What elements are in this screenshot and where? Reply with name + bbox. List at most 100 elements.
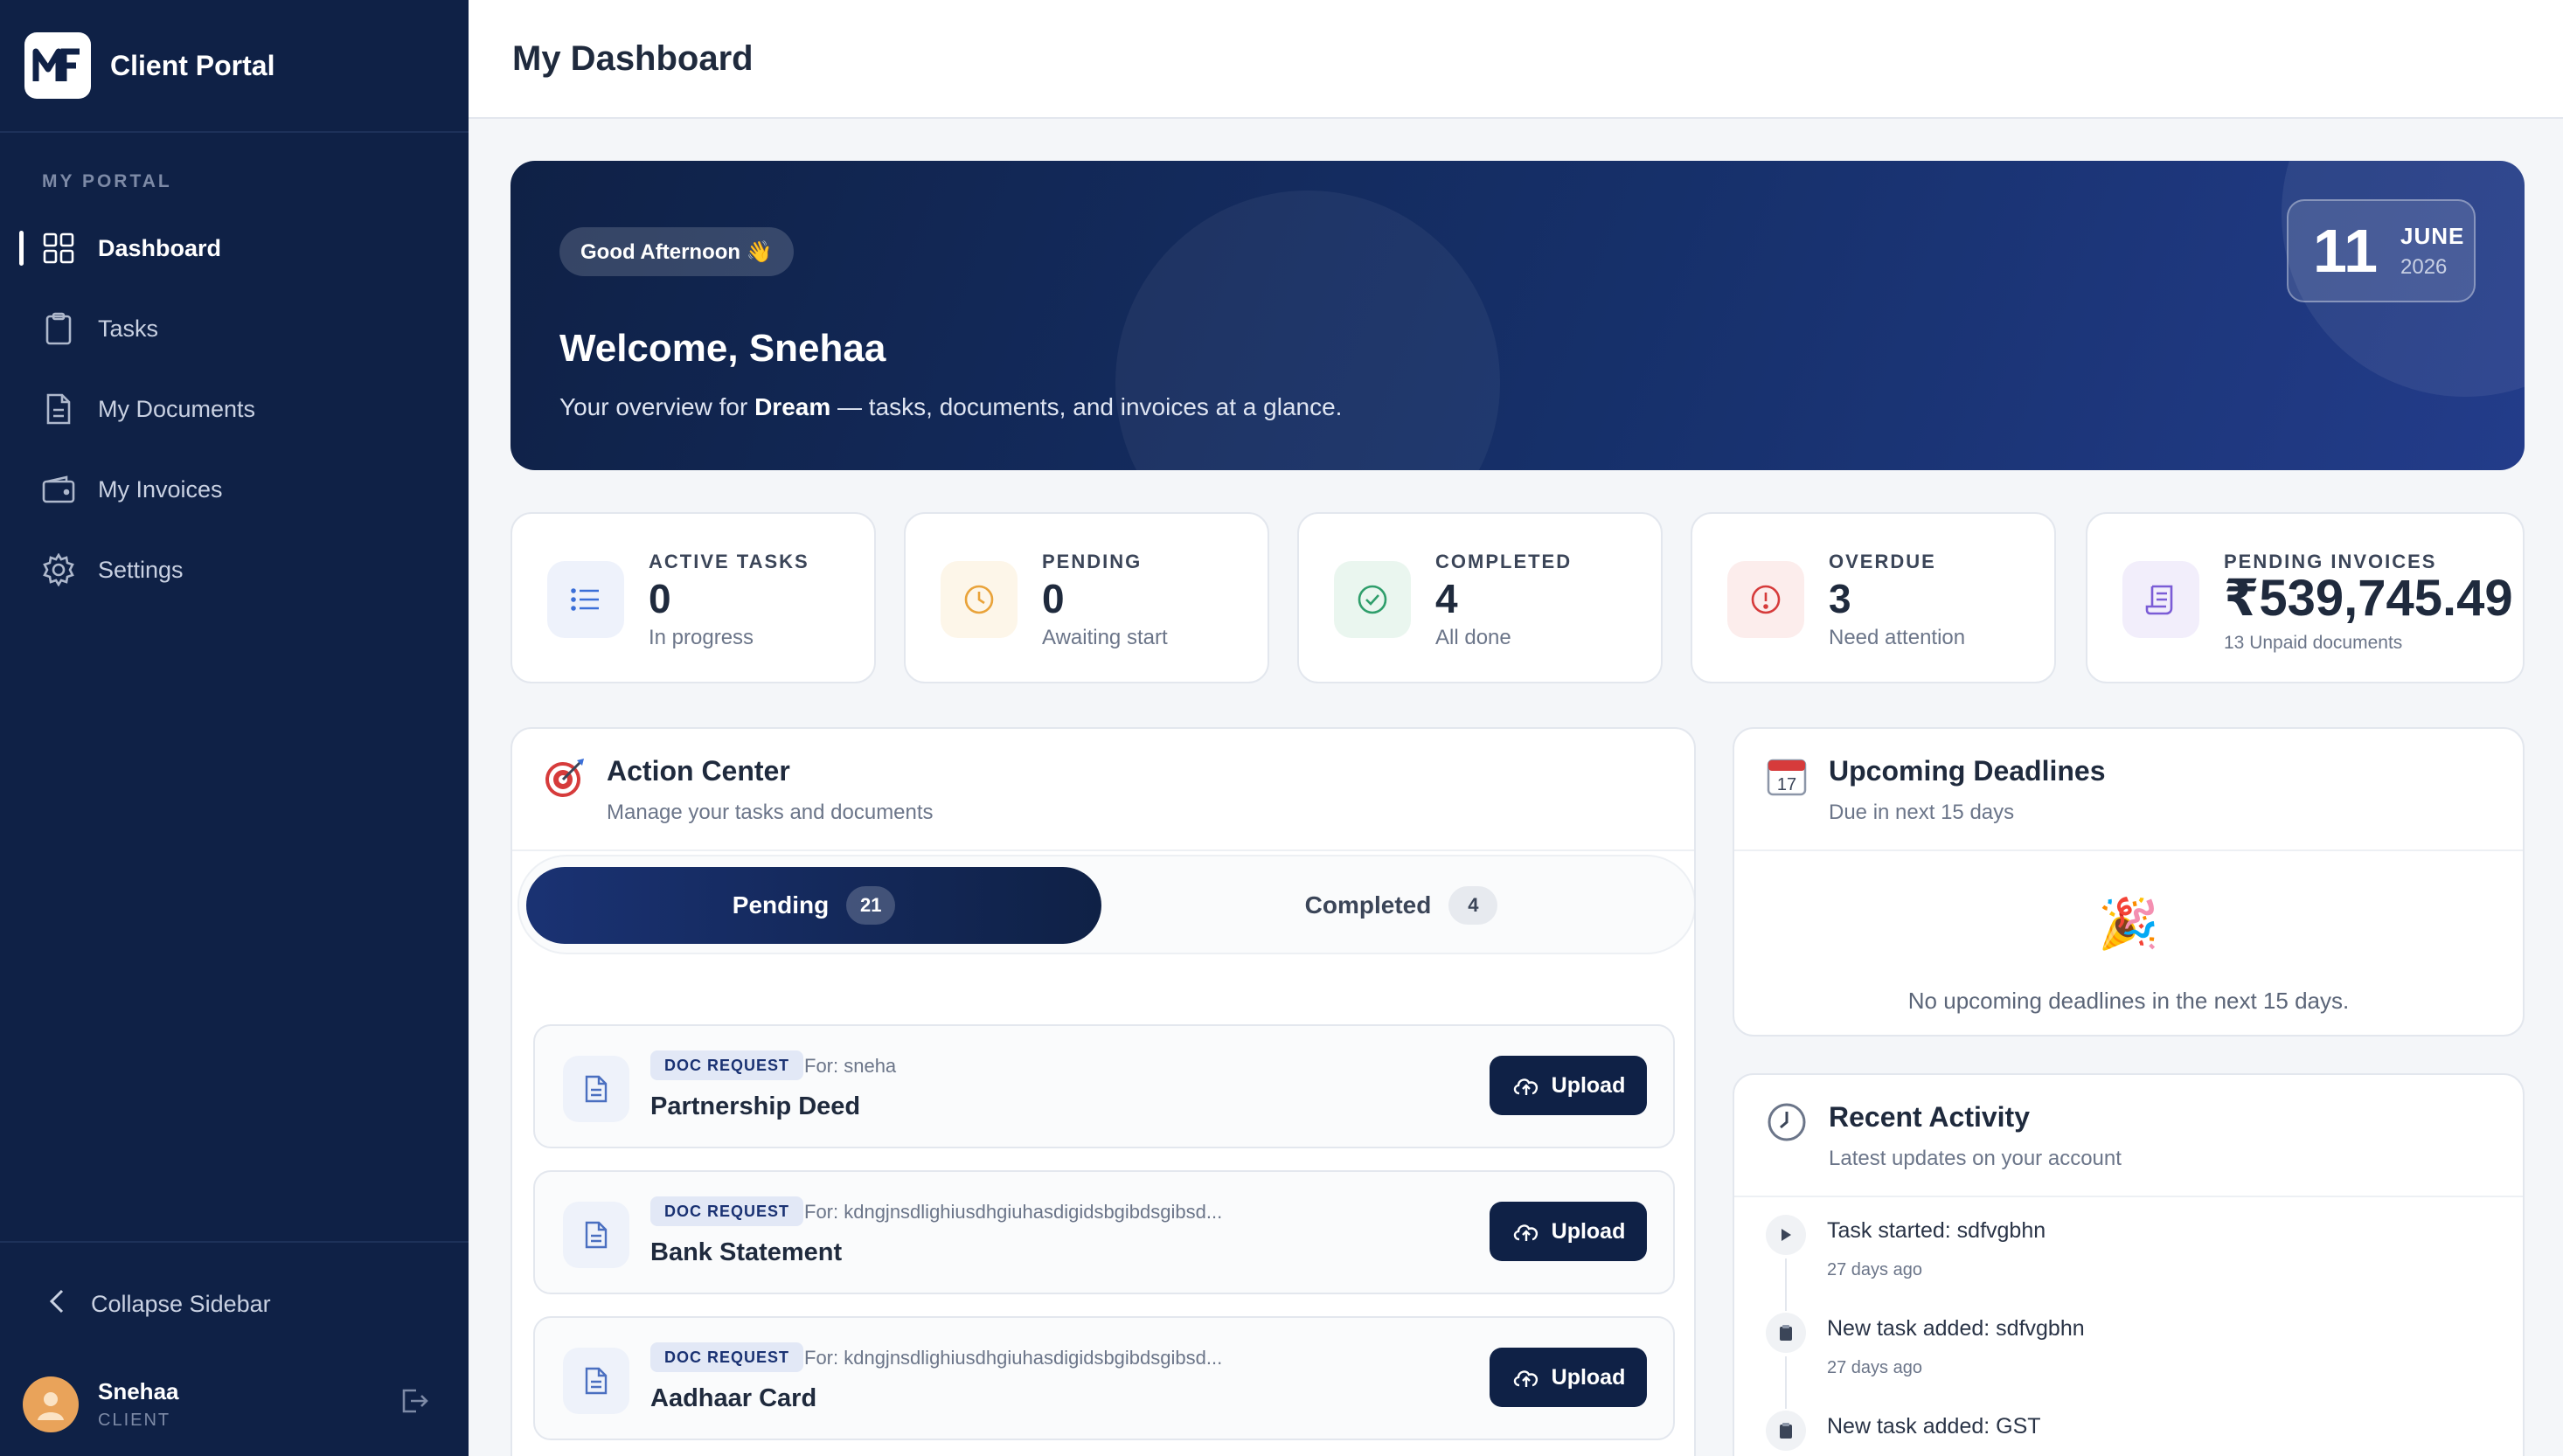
top-header: My Dashboard [469,0,2563,119]
sidebar-item-my-invoices[interactable]: My Invoices [0,449,469,530]
tab-pending[interactable]: Pending 21 [526,867,1101,944]
activity-item: New task added: GST [1766,1411,2465,1456]
alert-circle-icon [1727,561,1804,638]
wallet-icon [42,473,75,506]
sidebar-item-tasks[interactable]: Tasks [0,288,469,369]
task-for: For: sneha [804,1055,897,1077]
task-item: DOC REQUEST For: kdngjnsdlighiusdhgiuhas… [533,1170,1675,1294]
collapse-label: Collapse Sidebar [91,1290,271,1317]
activity-text: New task added: GST [1827,1414,2041,1439]
activity-subtitle: Latest updates on your account [1829,1147,2122,1170]
date-month: JUNE [2400,222,2465,249]
stat-label: PENDING [1042,551,1143,572]
deadlines-subtitle: Due in next 15 days [1829,801,2015,824]
stat-label: OVERDUE [1829,551,1936,572]
task-for: For: kdngjnsdlighiusdhgiuhasdigidsbgibds… [804,1201,1223,1223]
task-name: Partnership Deed [650,1092,861,1120]
stat-label: COMPLETED [1435,551,1573,572]
list-icon [547,561,624,638]
upload-cloud-icon [1513,1370,1538,1387]
upload-button[interactable]: Upload [1490,1348,1647,1407]
clipboard-icon [42,312,75,345]
stat-card-completed[interactable]: COMPLETED 4 All done [1297,512,1663,683]
chevron-left-icon [49,1288,65,1321]
stat-sub: Awaiting start [1042,626,1168,649]
stat-value: 3 [1829,576,1851,621]
calendar-icon: 17 [1766,755,1809,799]
action-center-title: Action Center [607,755,790,787]
stat-card-active-tasks[interactable]: ACTIVE TASKS 0 In progress [511,512,876,683]
stat-value: 4 [1435,576,1458,621]
stat-card-pending[interactable]: PENDING 0 Awaiting start [904,512,1269,683]
sidebar-item-dashboard[interactable]: Dashboard [0,208,469,288]
user-profile[interactable]: Snehaa CLIENT [0,1365,469,1456]
tab-count: 21 [846,886,896,925]
stat-label: ACTIVE TASKS [649,551,809,572]
date-box: 11 JUNE 2026 [2287,199,2476,302]
stat-card-pending-invoices[interactable]: PENDING INVOICES ₹539,745.49 13 Unpaid d… [2086,512,2525,683]
stat-value: 0 [649,576,671,621]
stat-sub: 13 Unpaid documents [2224,633,2403,653]
sidebar-item-label: Settings [98,556,184,583]
stat-sub: In progress [649,626,754,649]
sidebar-item-label: Dashboard [98,234,222,261]
activity-item: New task added: sdfvgbhn 27 days ago [1766,1313,2465,1409]
receipt-icon [2122,561,2199,638]
deadlines-header: 17 Upcoming Deadlines Due in next 15 day… [1734,729,2523,851]
activity-item: Task started: sdfvgbhn 27 days ago [1766,1215,2465,1311]
tab-label: Pending [732,891,830,919]
stat-value: ₹539,745.49 [2224,570,2513,627]
activity-header: Recent Activity Latest updates on your a… [1734,1075,2523,1197]
tab-completed[interactable]: Completed 4 [1114,867,1689,944]
overview-text: Your overview for Dream — tasks, documen… [559,393,1343,420]
document-icon [42,392,75,426]
tab-label: Completed [1304,891,1432,919]
check-circle-icon [1334,561,1411,638]
sidebar: Client Portal MY PORTAL Dashboard Tasks … [0,0,469,1456]
sidebar-footer: Collapse Sidebar Snehaa CLIENT [0,1241,469,1456]
grid-icon [42,232,75,265]
document-icon [563,1348,629,1414]
date-year: 2026 [2400,254,2448,279]
recent-activity-card: Recent Activity Latest updates on your a… [1733,1073,2525,1456]
welcome-banner: Good Afternoon 👋 Welcome, Snehaa Your ov… [511,161,2525,470]
upload-button[interactable]: Upload [1490,1056,1647,1115]
brand[interactable]: Client Portal [0,0,469,133]
logout-icon[interactable] [400,1388,428,1418]
clock-icon [941,561,1018,638]
upload-button[interactable]: Upload [1490,1202,1647,1261]
upload-cloud-icon [1513,1224,1538,1241]
task-name: Aadhaar Card [650,1384,817,1412]
activity-time: 27 days ago [1827,1260,1922,1279]
sidebar-item-my-documents[interactable]: My Documents [0,369,469,449]
greeting-pill: Good Afternoon 👋 [559,227,794,276]
sidebar-nav: Dashboard Tasks My Documents My Invoices… [0,208,469,610]
activity-text: New task added: sdfvgbhn [1827,1316,2085,1341]
svg-text:17: 17 [1777,775,1796,794]
task-name: Bank Statement [650,1238,843,1266]
collapse-sidebar-button[interactable]: Collapse Sidebar [0,1243,469,1365]
document-icon [563,1056,629,1122]
document-icon [563,1202,629,1268]
stat-sub: All done [1435,626,1511,649]
action-center-card: Action Center Manage your tasks and docu… [511,727,1696,1456]
brand-title: Client Portal [110,49,275,81]
stat-value: 0 [1042,576,1065,621]
stat-card-overdue[interactable]: OVERDUE 3 Need attention [1691,512,2056,683]
section-label: MY PORTAL [42,171,172,191]
decor-circle [1115,191,1500,470]
clock-icon [1766,1101,1809,1145]
play-icon [1766,1215,1806,1255]
activity-time: 27 days ago [1827,1358,1922,1377]
tab-count: 4 [1448,886,1498,925]
sidebar-item-label: Tasks [98,315,159,342]
sidebar-item-settings[interactable]: Settings [0,530,469,610]
date-day: 11 [2313,217,2378,285]
page-title: My Dashboard [512,38,754,78]
task-for: For: kdngjnsdlighiusdhgiuhasdigidsbgibds… [804,1347,1223,1369]
activity-text: Task started: sdfvgbhn [1827,1218,2046,1243]
doc-request-badge: DOC REQUEST [650,1342,804,1372]
stat-sub: Need attention [1829,626,1966,649]
company-name: Dream [754,393,831,420]
user-role: CLIENT [98,1411,171,1430]
